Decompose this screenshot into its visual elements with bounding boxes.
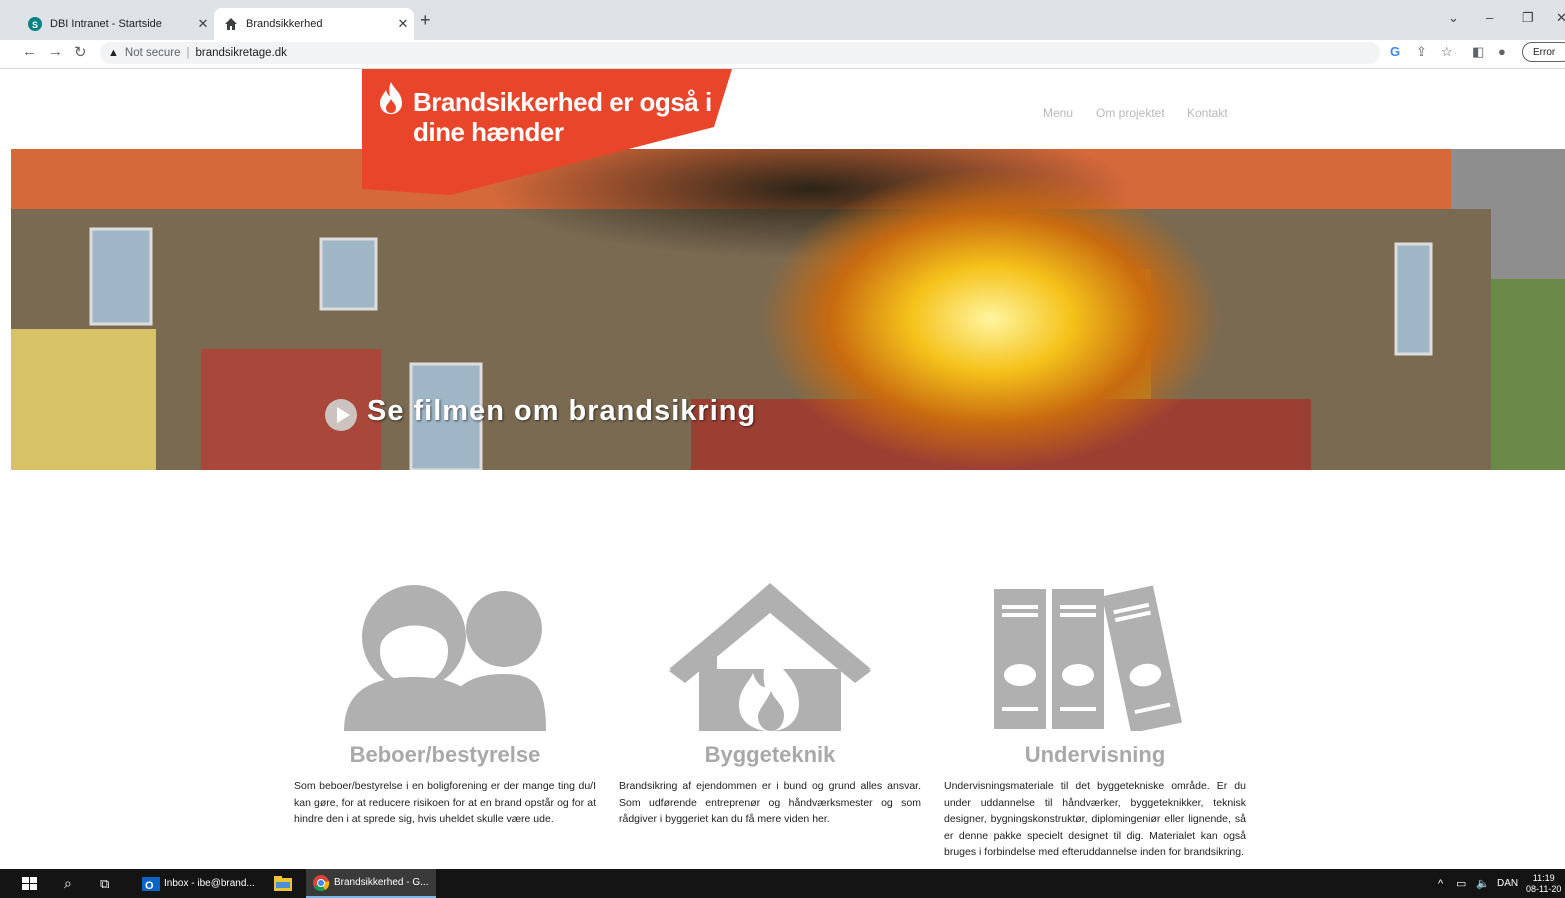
tab-brandsikkerhed[interactable]: Brandsikkerhed ✕ — [214, 8, 414, 40]
bookmark-star-icon[interactable]: ☆ — [1441, 44, 1453, 60]
back-icon[interactable]: ← — [22, 43, 37, 60]
browser-tab-strip: S DBI Intranet - Startside ✕ Brandsikker… — [0, 0, 1565, 40]
url-separator: | — [186, 47, 190, 59]
clock-date: 08-11-20 — [1526, 883, 1562, 894]
home-icon — [224, 17, 238, 31]
close-window-button[interactable]: ✕ — [1556, 10, 1565, 26]
column-byggeteknik: Byggeteknik Brandsikring af ejendommen e… — [619, 579, 921, 828]
nav-om-projektet[interactable]: Om projektet — [1096, 106, 1165, 120]
warning-icon[interactable]: ▲ — [108, 47, 119, 59]
forward-icon[interactable]: → — [48, 43, 63, 60]
close-tab-icon[interactable]: ✕ — [392, 16, 414, 32]
profile-icon[interactable]: ● — [1498, 44, 1506, 59]
tab-title: DBI Intranet - Startside — [50, 18, 162, 30]
address-toolbar: ← → ↻ ▲ Not secure | brandsikretage.dk G… — [0, 40, 1565, 69]
web-page: Brandsikkerhed er også i dine hænder Men… — [0, 69, 1565, 869]
nav-menu[interactable]: Menu — [1043, 106, 1073, 120]
volume-muted-icon[interactable]: 🔈 — [1476, 869, 1490, 898]
nav-kontakt[interactable]: Kontakt — [1187, 106, 1228, 120]
house-fire-icon[interactable] — [619, 579, 921, 731]
restore-button[interactable]: ❐ — [1522, 10, 1534, 26]
svg-text:S: S — [32, 20, 38, 30]
column-beboer: Beboer/bestyrelse Som beboer/bestyrelse … — [294, 579, 596, 828]
column-text: Brandsikring af ejendommen er i bund og … — [619, 780, 921, 825]
url-bar[interactable]: ▲ Not secure | brandsikretage.dk — [100, 42, 1380, 64]
tab-search-icon[interactable]: ⌄ — [1448, 10, 1459, 26]
column-title[interactable]: Byggeteknik — [619, 742, 921, 768]
taskbar-app-label: Inbox - ibe@brand... — [164, 878, 255, 889]
close-tab-icon[interactable]: ✕ — [192, 16, 214, 32]
url-text[interactable]: brandsikretage.dk — [196, 47, 287, 59]
banner-line-2: dine hænder — [413, 117, 564, 147]
task-view-icon[interactable]: ⧉ — [100, 869, 109, 898]
share-icon[interactable]: ⇪ — [1416, 44, 1427, 60]
language-indicator[interactable]: DAN — [1497, 869, 1518, 898]
chrome-icon — [313, 874, 330, 891]
clock[interactable]: 11:19 08-11-20 — [1526, 869, 1561, 898]
taskbar-app-label: Brandsikkerhed - G... — [334, 877, 429, 888]
windows-start-icon[interactable] — [22, 869, 38, 898]
site-logo-title[interactable]: Brandsikkerhed er også i dine hænder — [413, 87, 723, 147]
column-title[interactable]: Undervisning — [944, 742, 1246, 768]
side-panel-icon[interactable]: ◧ — [1472, 44, 1484, 60]
residents-icon[interactable] — [294, 579, 596, 731]
outlook-icon: O — [142, 876, 160, 892]
burning-house-illustration — [11, 149, 1565, 470]
column-title[interactable]: Beboer/bestyrelse — [294, 742, 596, 768]
binders-icon[interactable] — [944, 579, 1246, 734]
clock-time: 11:19 — [1532, 872, 1555, 883]
hero-video-image[interactable] — [11, 149, 1565, 470]
tab-title: Brandsikkerhed — [246, 18, 323, 30]
tab-dbi-intranet[interactable]: S DBI Intranet - Startside ✕ — [18, 8, 214, 40]
column-text: Undervisningsmateriale til det byggetekn… — [944, 780, 1246, 858]
search-icon[interactable]: ⌕ — [64, 869, 72, 898]
windows-taskbar: ⌕ ⧉ O Inbox - ibe@brand... Brandsikkerhe… — [0, 869, 1565, 898]
flame-icon — [380, 82, 402, 114]
sharepoint-icon: S — [28, 17, 42, 31]
error-button[interactable]: Error — [1522, 42, 1565, 62]
reload-icon[interactable]: ↻ — [74, 43, 87, 61]
column-text: Som beboer/bestyrelse i en boligforening… — [294, 780, 596, 825]
google-icon[interactable]: G — [1390, 44, 1400, 59]
column-undervisning: Undervisning Undervisningsmateriale til … — [944, 579, 1246, 861]
minimize-button[interactable]: – — [1486, 10, 1493, 25]
watch-film-link[interactable]: Se filmen om brandsikring — [367, 395, 756, 428]
taskbar-chrome[interactable]: Brandsikkerhed - G... — [306, 869, 437, 898]
play-icon[interactable] — [324, 398, 358, 432]
not-secure-label[interactable]: Not secure — [125, 47, 181, 59]
taskbar-outlook[interactable]: O Inbox - ibe@brand... — [136, 869, 263, 898]
banner-line-1: Brandsikkerhed er også i — [413, 87, 712, 117]
file-explorer-icon[interactable] — [274, 869, 292, 898]
network-icon[interactable]: ▭ — [1456, 869, 1466, 898]
new-tab-button[interactable]: + — [420, 10, 431, 31]
svg-text:O: O — [145, 880, 154, 892]
tray-overflow-icon[interactable]: ^ — [1438, 869, 1443, 898]
